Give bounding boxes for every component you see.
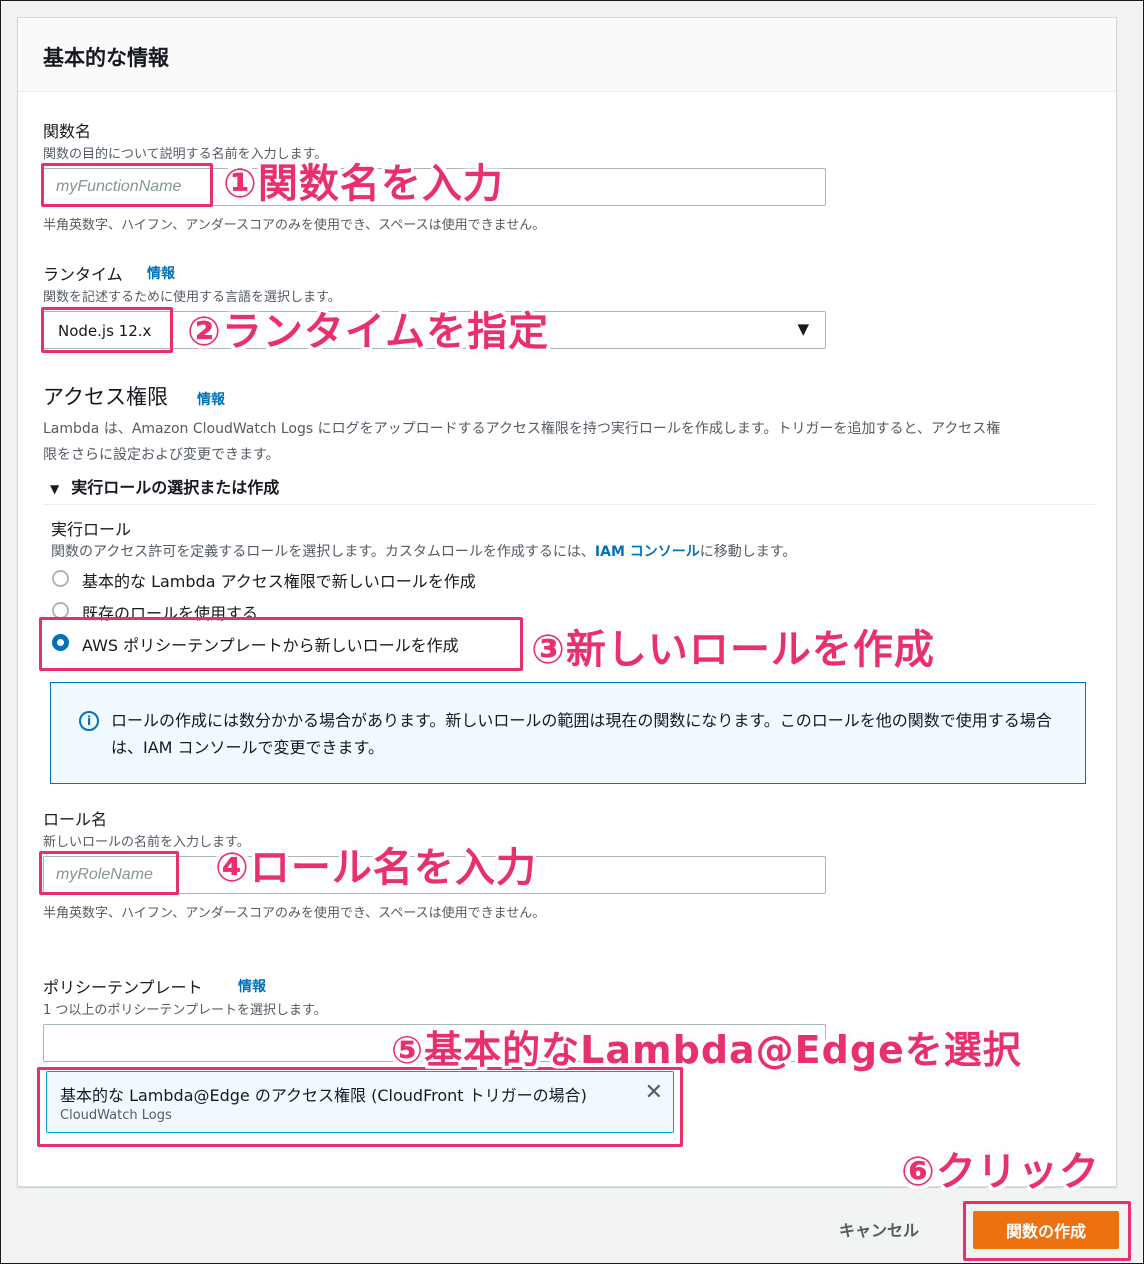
expander-divider <box>43 504 1095 505</box>
basic-info-panel: 基本的な情報 関数名 関数の目的について説明する名前を入力します。 半角英数字、… <box>17 17 1117 1187</box>
policy-templates-label: ポリシーテンプレート <box>43 978 203 997</box>
selected-policy-token: 基本的な Lambda@Edge のアクセス権限 (CloudFront トリガ… <box>46 1071 674 1133</box>
panel-title: 基本的な情報 <box>43 46 169 70</box>
caret-down-icon: ▼ <box>797 320 809 338</box>
policy-templates-description: 1 つ以上のポリシーテンプレートを選択します。 <box>43 1003 327 1018</box>
runtime-info-link[interactable]: 情報 <box>147 263 175 283</box>
annotation-step2: ②ランタイムを指定 <box>187 309 550 355</box>
info-icon: i <box>79 711 99 731</box>
execution-role-description: 関数のアクセス許可を定義するロールを選択します。カスタムロールを作成するには、I… <box>51 541 796 561</box>
runtime-selected-value: Node.js 12.x <box>58 322 152 340</box>
execution-role-expander[interactable]: ▼ 実行ロールの選択または作成 <box>50 474 279 498</box>
permissions-description-line2: 限をさらに設定および変更できます。 <box>43 447 280 463</box>
alert-text: ロールの作成には数分かかる場合があります。新しいロールの範囲は現在の関数になりま… <box>111 711 1052 757</box>
function-name-hint: 半角英数字、ハイフン、アンダースコアのみを使用でき、スペースは使用できません。 <box>43 218 546 233</box>
iam-console-link[interactable]: IAM コンソール <box>595 544 700 560</box>
close-icon[interactable]: ✕ <box>645 1080 663 1106</box>
execution-role-description-tail: に移動します。 <box>699 544 797 560</box>
annotation-step6: ⑥クリック <box>901 1149 1100 1195</box>
permissions-info-link[interactable]: 情報 <box>197 389 225 409</box>
cancel-button[interactable]: キャンセル <box>831 1213 927 1245</box>
execution-role-description-text: 関数のアクセス許可を定義するロールを選択します。カスタムロールを作成するには、 <box>51 544 595 560</box>
annotation-step5: ⑤基本的なLambda@Edgeを選択 <box>391 1028 1022 1072</box>
function-name-label: 関数名 <box>43 122 92 141</box>
role-name-label: ロール名 <box>43 810 108 829</box>
token-title: 基本的な Lambda@Edge のアクセス権限 (CloudFront トリガ… <box>60 1086 587 1105</box>
panel-header: 基本的な情報 <box>18 18 1116 92</box>
info-alert: i ロールの作成には数分かかる場合があります。新しいロールの範囲は現在の関数にな… <box>50 682 1086 784</box>
annotation-step1: ①関数名を入力 <box>223 161 504 207</box>
execution-role-label: 実行ロール <box>51 520 132 539</box>
permissions-title: アクセス権限 <box>43 385 168 409</box>
radio-button-checked[interactable] <box>52 634 69 651</box>
role-name-hint: 半角英数字、ハイフン、アンダースコアのみを使用でき、スペースは使用できません。 <box>43 906 546 921</box>
policy-templates-info-link[interactable]: 情報 <box>238 976 266 996</box>
token-subtitle: CloudWatch Logs <box>60 1108 172 1123</box>
caret-down-icon: ▼ <box>50 482 60 496</box>
permissions-description-line1: Lambda は、Amazon CloudWatch Logs にログをアップロ… <box>43 421 1001 437</box>
radio-label: 基本的な Lambda アクセス権限で新しいロールを作成 <box>82 572 476 591</box>
annotation-step4: ④ロール名を入力 <box>215 845 537 891</box>
radio-button[interactable] <box>52 602 69 619</box>
radio-label: 既存のロールを使用する <box>82 604 259 623</box>
create-function-button[interactable]: 関数の作成 <box>973 1211 1119 1249</box>
radio-button[interactable] <box>52 570 69 587</box>
radio-label: AWS ポリシーテンプレートから新しいロールを作成 <box>82 636 459 655</box>
expander-label: 実行ロールの選択または作成 <box>71 478 280 497</box>
annotation-step3: ③新しいロールを作成 <box>531 627 935 673</box>
runtime-label: ランタイム <box>43 265 123 284</box>
